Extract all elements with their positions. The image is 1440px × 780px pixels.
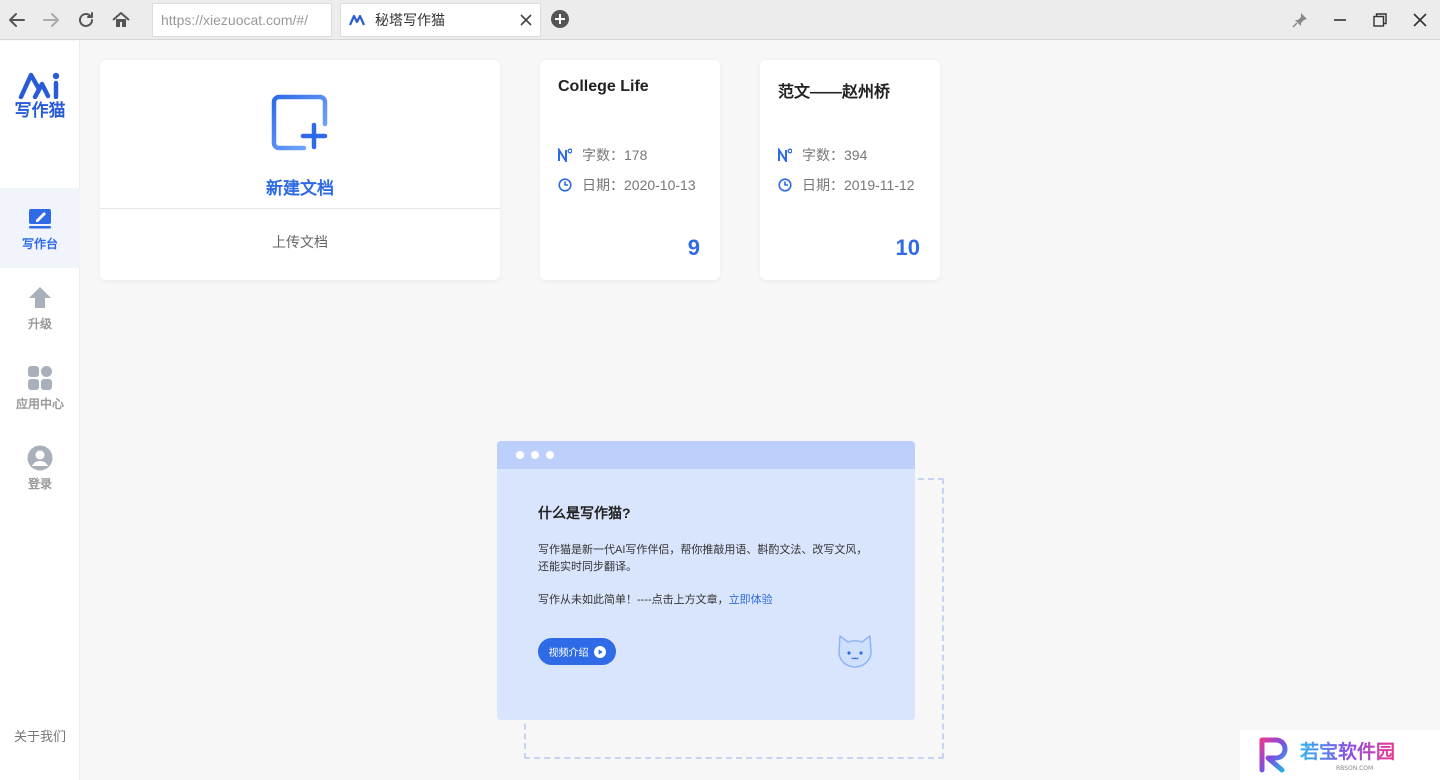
browser-toolbar: https://xiezuocat.com/#/ 秘塔写作猫 [0,0,1440,40]
intro-line: 写作从未如此简单！----点击上方文章， [538,594,729,606]
cat-mascot-icon [838,635,872,668]
pin-button[interactable] [1286,6,1314,34]
edit-desk-icon [29,208,51,228]
svg-text:若宝软件园: 若宝软件园 [1300,740,1395,763]
document-card[interactable]: 范文——赵州桥 字数：394 日期：2019-11-12 10 [760,60,940,280]
word-count: 字数：178 [558,145,647,165]
video-intro-label: 视频介绍 [548,648,589,659]
window-dot [546,451,554,459]
sidebar-item-app-center[interactable]: 应用中心 [0,348,80,428]
upgrade-arrow-icon [29,286,51,308]
document-date: 日期：2020-10-13 [558,175,696,195]
number-sign-icon [558,148,572,162]
document-card[interactable]: College Life 字数：178 日期：2020-10-13 9 [540,60,720,280]
intro-title: 什么是写作猫? [538,505,631,521]
new-tab-icon[interactable] [549,8,571,30]
app-logo[interactable]: 写作猫 [12,71,68,125]
reload-icon [79,12,93,27]
document-title: 范文——赵州桥 [778,84,891,101]
new-document-button[interactable]: 新建文档 [100,60,500,208]
close-window-button[interactable] [1406,6,1434,34]
address-bar[interactable]: https://xiezuocat.com/#/ [152,3,332,37]
browser-tab[interactable]: 秘塔写作猫 [340,3,541,37]
window-dot [516,451,524,459]
word-count: 字数：394 [778,145,867,165]
restore-icon [1373,13,1387,27]
reload-button[interactable] [72,6,100,34]
rbson-watermark-logo: 若宝软件园 RBSON.COM [1259,737,1395,773]
forward-button[interactable] [37,6,65,34]
intro-line: 还能实时同步翻译。 [538,561,637,573]
video-intro-button[interactable]: 视频介绍 [538,638,616,665]
window-dot [531,451,539,459]
arrow-right-icon [43,13,59,27]
document-count-badge: 10 [895,235,920,260]
about-us-link[interactable]: 关于我们 [0,726,80,745]
document-title: College Life [558,78,649,95]
svg-text:RBSON.COM: RBSON.COM [1336,765,1373,772]
arrow-left-icon [9,13,25,27]
intro-callout: 写作从未如此简单！----点击上方文章，立即体验 [538,592,888,609]
word-count-text: 字数：178 [582,147,648,163]
number-sign-icon [778,148,792,162]
pin-icon [1292,13,1307,28]
back-button[interactable] [3,6,31,34]
watermark: 若宝软件园 RBSON.COM [1240,730,1440,780]
apps-grid-icon [28,365,52,390]
logo-ai-mark-icon [18,72,60,99]
sidebar-item-label: 应用中心 [15,396,64,411]
sidebar-item-label: 登录 [27,476,52,491]
sidebar-item-upgrade[interactable]: 升级 [0,268,80,348]
intro-description: 写作猫是新一代AI写作伴侣，帮你推敲用语、斟酌文法、改写文风， 还能实时同步翻译… [538,542,888,576]
sidebar: 写作猫 写作台 升级 应用中心 登录 关于我们 [0,41,80,780]
word-count-text: 字数：394 [802,147,868,163]
try-now-link[interactable]: 立即体验 [729,594,773,606]
minimize-button[interactable] [1326,6,1354,34]
play-icon [593,645,606,658]
sidebar-item-label: 升级 [27,316,52,331]
sidebar-item-label: 写作台 [21,236,58,251]
close-icon [520,14,532,26]
clock-icon [558,178,572,192]
restore-button[interactable] [1366,6,1394,34]
date-text: 日期：2019-11-12 [802,177,915,193]
sidebar-item-login[interactable]: 登录 [0,428,80,508]
tab-title: 秘塔写作猫 [375,12,445,28]
intro-panel: 什么是写作猫? 写作猫是新一代AI写作伴侣，帮你推敲用语、斟酌文法、改写文风， … [497,441,915,720]
user-avatar-icon [27,445,53,470]
document-count-badge: 9 [687,235,700,260]
sidebar-item-writing-desk[interactable]: 写作台 [0,188,80,268]
intro-window-header [497,441,915,469]
xiezuocat-favicon-icon [349,14,365,26]
close-icon [1413,13,1427,27]
logo-text: 写作猫 [14,101,66,121]
clock-icon [778,178,792,192]
intro-line: 写作猫是新一代AI写作伴侣，帮你推敲用语、斟酌文法、改写文风， [538,544,868,556]
home-icon [112,12,130,27]
home-button[interactable] [107,6,135,34]
minimize-icon [1334,19,1346,21]
tab-close-button[interactable] [512,6,540,34]
upload-document-button[interactable]: 上传文档 [100,232,500,252]
date-text: 日期：2020-10-13 [582,177,696,193]
add-document-icon [271,94,328,151]
new-document-card: 新建文档 上传文档 [100,60,500,280]
document-date: 日期：2019-11-12 [778,175,915,195]
new-document-label: 新建文档 [266,179,334,198]
divider [100,208,500,209]
